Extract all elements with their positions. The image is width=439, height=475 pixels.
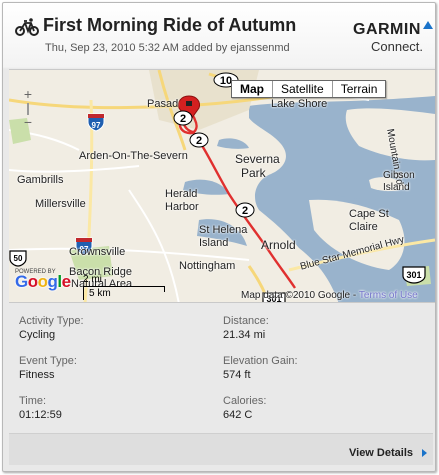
stat-label: Elevation Gain:: [223, 355, 298, 367]
chevron-right-icon[interactable]: [422, 449, 427, 457]
map-copyright-text: Map data ©2010 Google -: [241, 290, 357, 301]
stat-label: Distance:: [223, 315, 269, 327]
stat-distance: Distance: 21.34 mi: [223, 315, 413, 341]
view-details-link[interactable]: View Details: [349, 447, 413, 459]
map-label-cape-st: Cape St: [349, 208, 389, 220]
map-label-arnold: Arnold: [261, 238, 296, 252]
stat-value: Cycling: [19, 329, 56, 341]
zoom-control: + −: [21, 87, 35, 132]
terms-of-use-link[interactable]: Terms of Use: [359, 290, 418, 301]
stat-value: 01:12:59: [19, 409, 62, 421]
route-2-shield-south: 2: [235, 202, 255, 218]
bicycle-icon: [15, 18, 39, 36]
activity-title: First Morning Ride of Autumn: [43, 15, 297, 35]
stat-value: 574 ft: [223, 369, 251, 381]
map-label-st-helena: St Helena: [199, 224, 248, 236]
stat-value: 21.34 mi: [223, 329, 266, 341]
map-label-gibson-island: Island: [383, 182, 410, 193]
route-2-label: 2: [180, 113, 186, 125]
google-letter-g2: g: [47, 272, 58, 291]
map-label-st-helena-island: Island: [199, 237, 229, 249]
us-50-shield: 50: [9, 250, 27, 267]
scale-mi-label: 2 mi: [83, 274, 102, 285]
connect-wordmark: Connect.: [371, 39, 424, 54]
google-logo[interactable]: Google: [15, 272, 71, 292]
route-map[interactable]: 10 2 2 2 97 97 301 301 50 Pasad Lake Sho…: [9, 69, 435, 303]
garmin-wordmark: GARMIN: [353, 21, 421, 38]
map-label-millersville: Millersville: [35, 198, 86, 210]
us-50-label: 50: [14, 254, 23, 263]
garmin-connect-logo[interactable]: GARMIN Connect.: [353, 21, 433, 61]
map-label-gibson: Gibson: [383, 170, 415, 181]
us-301-shield-east: 301: [402, 266, 426, 284]
stat-label: Calories:: [223, 395, 267, 407]
stat-label: Time:: [19, 395, 47, 407]
google-letter-g: G: [15, 272, 28, 291]
scale-km-label: 5 km: [89, 288, 111, 299]
route-2-label: 2: [242, 205, 248, 217]
map-label-lake-shore: Lake Shore: [271, 98, 328, 110]
garmin-triangle-icon: [423, 21, 433, 29]
map-type-map-button[interactable]: Map: [232, 81, 273, 97]
card-footer: View Details: [9, 433, 433, 465]
us-301-label: 301: [406, 270, 421, 280]
map-label-nottingham: Nottingham: [179, 260, 236, 272]
stat-value: Fitness: [19, 369, 55, 381]
map-label-severna: Severna: [235, 152, 280, 166]
activity-subtitle: Thu, Sep 23, 2010 5:32 AM added by ejans…: [45, 42, 290, 54]
stat-label: Event Type:: [19, 355, 77, 367]
interstate-97-shield: 97: [87, 113, 105, 132]
stat-value: 642 C: [223, 409, 253, 421]
map-type-terrain-button[interactable]: Terrain: [332, 81, 386, 97]
route-2-shield-north: 2: [173, 110, 193, 126]
map-copyright: Map data ©2010 Google - Terms of Use: [241, 290, 418, 301]
stat-elevation-gain: Elevation Gain: 574 ft: [223, 355, 413, 381]
map-label-park: Park: [241, 166, 266, 180]
activity-stats: Activity Type: Cycling Event Type: Fitne…: [19, 315, 429, 425]
zoom-out-button[interactable]: −: [21, 115, 35, 130]
map-label-claire: Claire: [349, 221, 378, 233]
stat-time: Time: 01:12:59: [19, 395, 209, 421]
stat-activity-type: Activity Type: Cycling: [19, 315, 209, 341]
google-letter-o2: o: [37, 272, 48, 291]
route-2-shield-mid: 2: [189, 132, 209, 148]
activity-header: First Morning Ride of Autumn Thu, Sep 23…: [3, 3, 435, 67]
interstate-97-label: 97: [92, 121, 101, 130]
map-label-harbor: Harbor: [165, 201, 199, 213]
map-label-pasadena: Pasad: [147, 98, 179, 110]
google-letter-e: e: [61, 272, 71, 291]
map-label-herald: Herald: [165, 188, 198, 200]
map-label-gambrills: Gambrills: [17, 174, 64, 186]
activity-card: First Morning Ride of Autumn Thu, Sep 23…: [2, 2, 436, 472]
map-label-arden: Arden-On-The-Severn: [79, 150, 188, 162]
route-2-label: 2: [196, 135, 202, 147]
map-type-selector: Map Satellite Terrain: [231, 80, 387, 98]
stat-calories: Calories: 642 C: [223, 395, 413, 421]
zoom-in-button[interactable]: +: [21, 87, 35, 102]
google-letter-o1: o: [27, 272, 38, 291]
stat-event-type: Event Type: Fitness: [19, 355, 209, 381]
map-label-crownsville: Crownsville: [69, 246, 126, 258]
map-scale-bar: 2 mi 5 km: [83, 274, 165, 300]
stat-label: Activity Type:: [19, 315, 84, 327]
map-type-satellite-button[interactable]: Satellite: [273, 81, 333, 97]
